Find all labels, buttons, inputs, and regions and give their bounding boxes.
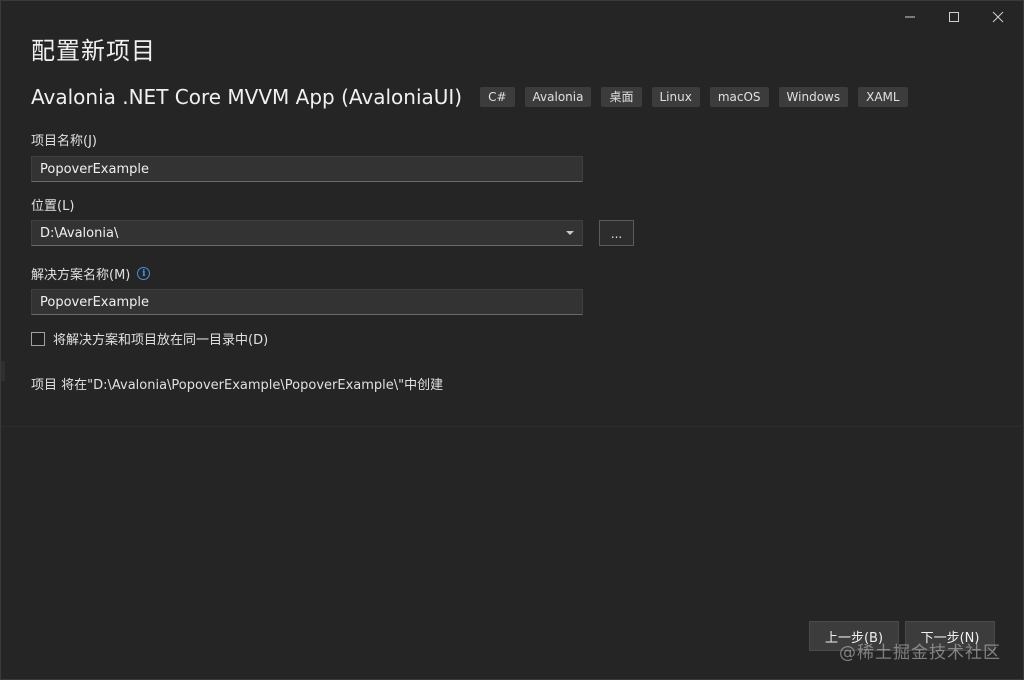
solution-name-label-text: 解决方案名称(M) <box>31 268 131 283</box>
tag-windows: Windows <box>778 87 849 107</box>
solution-name-input[interactable] <box>31 289 583 315</box>
background-divider <box>1 426 1024 427</box>
tag-macos: macOS <box>709 87 769 107</box>
location-combobox[interactable]: D:\Avalonia\ <box>31 220 583 246</box>
project-path-note: 项目 将在"D:\Avalonia\PopoverExample\Popover… <box>31 378 444 393</box>
location-label: 位置(L) <box>31 195 74 214</box>
tag-xaml: XAML <box>858 87 908 107</box>
close-icon[interactable] <box>987 7 1009 27</box>
template-header: Avalonia .NET Core MVVM App (AvaloniaUI)… <box>31 85 918 109</box>
dialog-window: 配置新项目 Avalonia .NET Core MVVM App (Avalo… <box>0 0 1024 680</box>
location-label-text: 位置(L) <box>31 199 75 214</box>
chevron-down-icon[interactable] <box>566 231 574 235</box>
project-name-label-text: 项目名称(J) <box>31 134 97 149</box>
project-name-label: 项目名称(J) <box>31 130 97 149</box>
browse-button[interactable]: ... <box>599 220 634 246</box>
tag-avalonia: Avalonia <box>524 87 592 107</box>
watermark: @稀土掘金技术社区 <box>839 643 1001 663</box>
tag-csharp: C# <box>480 87 515 107</box>
tag-desktop: 桌面 <box>601 87 642 107</box>
location-value: D:\Avalonia\ <box>40 225 119 241</box>
template-name: Avalonia .NET Core MVVM App (AvaloniaUI) <box>31 85 463 109</box>
tag-linux: Linux <box>651 87 700 107</box>
page-title: 配置新项目 <box>31 37 156 65</box>
same-directory-label: 将解决方案和项目放在同一目录中(D) <box>53 333 269 348</box>
same-directory-checkbox[interactable] <box>31 331 45 346</box>
maximize-icon[interactable] <box>943 7 965 27</box>
minimize-icon[interactable] <box>899 7 921 27</box>
background-artifact <box>1 361 5 381</box>
project-name-input[interactable] <box>31 156 583 182</box>
same-directory-option[interactable]: 将解决方案和项目放在同一目录中(D) <box>31 329 268 348</box>
window-controls <box>899 7 1009 27</box>
info-icon[interactable]: i <box>137 267 151 280</box>
solution-name-label: 解决方案名称(M) i <box>31 264 151 283</box>
